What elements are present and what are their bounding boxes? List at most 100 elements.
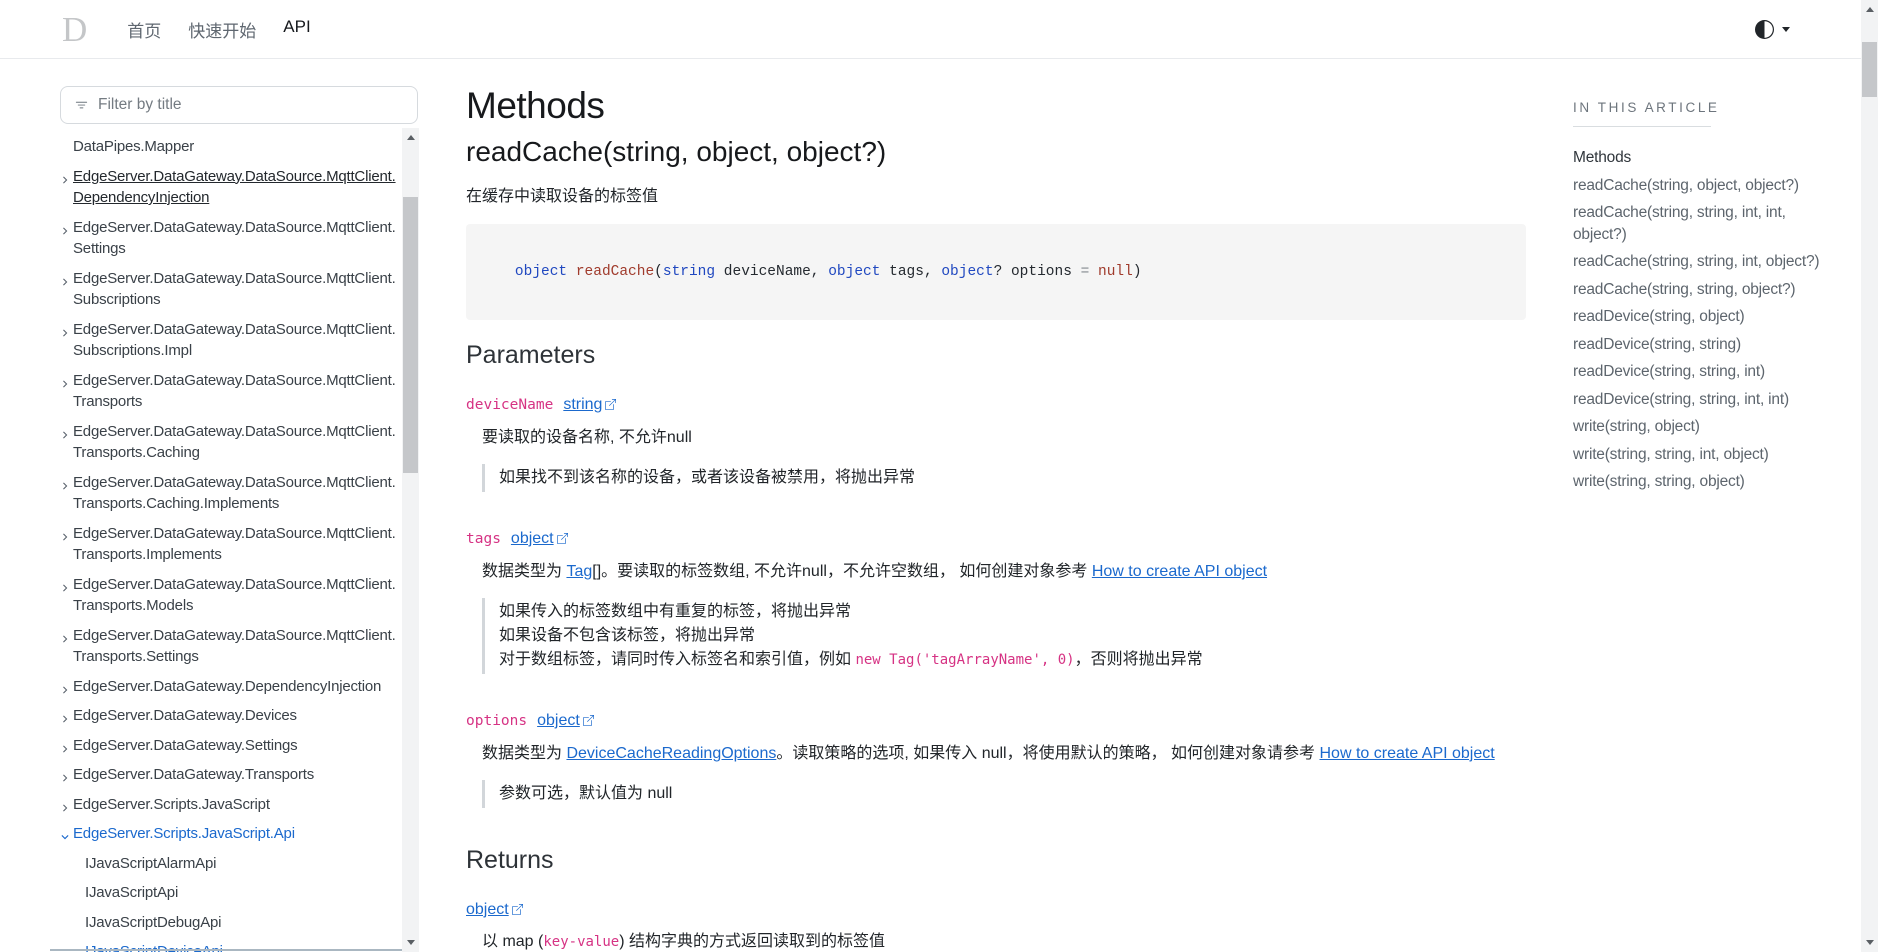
toc-link[interactable]: readDevice(string, string, int) [1573, 363, 1765, 380]
toc-link[interactable]: readDevice(string, string) [1573, 336, 1741, 353]
type-link[interactable]: object [511, 530, 568, 548]
chevron-right-icon[interactable] [60, 629, 70, 651]
sidebar-tree-link[interactable]: EdgeServer.​DataGateway.​DataSource.​Mqt… [73, 270, 396, 309]
chevron-right-icon[interactable] [60, 578, 70, 600]
toc-link[interactable]: write(string, string, int, object) [1573, 446, 1769, 463]
sidebar-tree-link[interactable]: IJavaScriptDebugApi [85, 914, 221, 931]
note-line: 参数可选，默认值为 null [499, 782, 1526, 806]
chevron-right-icon[interactable] [60, 221, 70, 243]
sidebar-tree-link[interactable]: IJavaScriptApi [85, 884, 178, 901]
inline-link[interactable]: DeviceCacheReadingOptions [566, 745, 776, 762]
filter-input[interactable] [98, 96, 404, 114]
sidebar-tree-item: EdgeServer.​Scripts.​JavaScript.​Api [60, 823, 418, 845]
sidebar-tree-link[interactable]: EdgeServer.​DataGateway.​DataSource.​Mqt… [73, 372, 396, 411]
sidebar-tree-link[interactable]: EdgeServer.​DataGateway.​DependencyInjec… [73, 678, 381, 695]
text-segment: 数据类型为 [482, 745, 566, 762]
site-logo[interactable]: D [62, 12, 87, 47]
toc-link[interactable]: write(string, object) [1573, 418, 1700, 435]
code-token: tags, [880, 264, 941, 280]
chevron-right-icon[interactable] [60, 680, 70, 702]
inline-code: new Tag('tagArrayName', 0) [855, 652, 1074, 668]
toc-link[interactable]: readDevice(string, object) [1573, 308, 1744, 325]
filter-icon [74, 98, 89, 113]
scroll-up-arrow-icon[interactable] [407, 135, 415, 140]
external-link-icon [557, 531, 568, 548]
scroll-down-arrow-icon[interactable] [407, 940, 415, 945]
chevron-right-icon[interactable] [60, 272, 70, 294]
inline-link[interactable]: How to create API object [1092, 563, 1267, 580]
chevron-right-icon[interactable] [60, 527, 70, 549]
page-scrollbar-thumb[interactable] [1862, 42, 1877, 97]
toc-item: write(string, object) [1573, 416, 1831, 438]
nav-item-home[interactable]: 首页 [127, 17, 161, 42]
sidebar-scrollbar[interactable] [402, 128, 419, 952]
type-link[interactable]: string [563, 396, 616, 414]
page-scrollbar[interactable] [1861, 0, 1878, 952]
text-segment: 如果传入的标签数组中有重复的标签，将抛出异常 [499, 603, 851, 620]
code-token: ? options [994, 264, 1081, 280]
sidebar-scrollbar-thumb[interactable] [403, 197, 418, 473]
sidebar-tree-link[interactable]: EdgeServer.​DataGateway.​DataSource.​Mqt… [73, 525, 396, 564]
text-segment: 要读取的设备名称, 不允许null [482, 429, 692, 446]
sidebar-tree-link[interactable]: EdgeServer.​DataGateway.​Settings [73, 737, 297, 754]
toc-link[interactable]: readDevice(string, string, int, int) [1573, 391, 1789, 408]
sidebar-tree-link[interactable]: EdgeServer.​DataGateway.​DataSource.​Mqt… [73, 423, 396, 462]
filter-box [60, 86, 418, 124]
sidebar-tree-link[interactable]: EdgeServer.​DataGateway.​DataSource.​Mqt… [73, 576, 396, 615]
code-token: string [663, 264, 715, 280]
sidebar-tree-link[interactable]: EdgeServer.​Scripts.​JavaScript.​Api [73, 825, 295, 842]
toc-link[interactable]: readCache(string, string, object?) [1573, 281, 1795, 298]
scroll-up-arrow-icon[interactable] [1866, 7, 1874, 12]
chevron-right-icon[interactable] [60, 323, 70, 345]
sidebar-tree-link[interactable]: IJavaScriptAlarmApi [85, 855, 216, 872]
type-link[interactable]: object [537, 712, 594, 730]
toc-link[interactable]: readCache(string, string, int, object?) [1573, 253, 1819, 270]
inline-link[interactable]: Tag [566, 563, 592, 580]
sidebar-tree-link[interactable]: EdgeServer.​DataGateway.​DataSource.​Mqt… [73, 474, 396, 513]
chevron-right-icon[interactable] [60, 709, 70, 731]
parameter-name: options [466, 713, 527, 729]
toc-item: readCache(string, string, object?) [1573, 279, 1831, 301]
chevron-down-icon[interactable] [60, 827, 70, 849]
inline-link[interactable]: How to create API object [1320, 745, 1495, 762]
chevron-right-icon[interactable] [60, 425, 70, 447]
sidebar-tree-link[interactable]: EdgeServer.​DataGateway.​DataSource.​Mqt… [73, 627, 396, 666]
sidebar-tree-link[interactable]: EdgeServer.​DataGateway.​DataSource.​Mqt… [73, 321, 396, 360]
sidebar-tree-link[interactable]: EdgeServer.​DataGateway.​Transports [73, 766, 314, 783]
toc-link[interactable]: Methods [1573, 149, 1631, 166]
note-line: 如果传入的标签数组中有重复的标签，将抛出异常 [499, 600, 1526, 624]
toc-item: write(string, string, int, object) [1573, 444, 1831, 466]
sidebar-tree-link[interactable]: EdgeServer.​DataGateway.​DataSource.​Mqt… [73, 168, 396, 207]
chevron-right-icon[interactable] [60, 768, 70, 790]
code-token: readCache [576, 264, 654, 280]
chevron-right-icon[interactable] [60, 739, 70, 761]
toc-link[interactable]: write(string, string, object) [1573, 473, 1745, 490]
sidebar-tree-item: IJavaScriptDebugApi [60, 912, 418, 934]
chevron-right-icon[interactable] [60, 374, 70, 396]
sidebar-tree-link[interactable]: EdgeServer.​Scripts.​JavaScript [73, 796, 270, 813]
theme-toggle-button[interactable] [1755, 20, 1790, 39]
chevron-right-icon[interactable] [60, 798, 70, 820]
text-segment: 参数可选，默认值为 null [499, 785, 672, 802]
type-link[interactable]: object [466, 901, 523, 918]
toc-link[interactable]: readCache(string, object, object?) [1573, 177, 1799, 194]
parameter-description: 要读取的设备名称, 不允许null [482, 426, 1526, 450]
nav-item-api[interactable]: API [283, 17, 310, 42]
sidebar-tree-item: EdgeServer.​DataGateway.​DataSource.​Mqt… [60, 217, 418, 260]
chevron-right-icon[interactable] [60, 476, 70, 498]
toc-link[interactable]: readCache(string, string, int, int, obje… [1573, 204, 1786, 243]
returns-section: object 以 map (key-value) 结构字典的方式返回读取到的标签值 [466, 901, 1526, 952]
sidebar-tree-link[interactable]: IJavaScriptDeviceApi [85, 943, 223, 952]
sidebar-tree-item: EdgeServer.​DataGateway.​DataSource.​Mqt… [60, 523, 418, 566]
toc-item: write(string, string, object) [1573, 471, 1831, 493]
sidebar-tree-link[interactable]: EdgeServer.​DataGateway.​DataSource.​Mqt… [73, 219, 396, 258]
in-this-article-toc: IN THIS ARTICLE MethodsreadCache(string,… [1573, 100, 1831, 499]
text-segment: 如果找不到该名称的设备，或者该设备被禁用，将抛出异常 [499, 469, 915, 486]
chevron-right-icon[interactable] [60, 170, 70, 192]
scroll-down-arrow-icon[interactable] [1866, 940, 1874, 945]
nav-item-quickstart[interactable]: 快速开始 [188, 17, 256, 42]
returns-description: 以 map (key-value) 结构字典的方式返回读取到的标签值 [482, 930, 1526, 952]
returns-heading: Returns [466, 846, 1526, 875]
sidebar-tree-link[interactable]: EdgeServer.​DataGateway.​Devices [73, 707, 297, 724]
sidebar-tree-link[interactable]: DataPipes.​Mapper [73, 138, 194, 155]
